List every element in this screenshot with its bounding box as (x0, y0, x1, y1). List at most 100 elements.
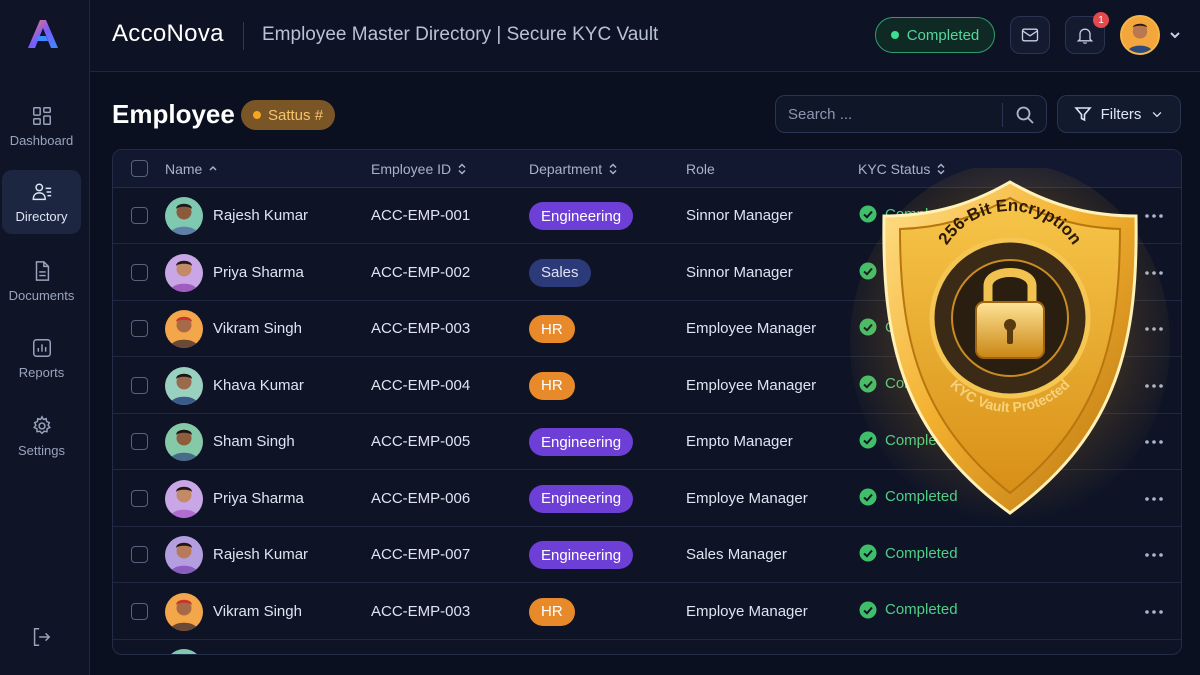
more-options-icon[interactable] (1143, 602, 1165, 622)
badge-dot-icon (253, 111, 261, 119)
employee-name: Priya Sharma (213, 263, 304, 281)
logout-button[interactable] (30, 626, 54, 650)
employee-name: Priya Sharma (213, 489, 304, 507)
sidebar-item-dashboard[interactable]: Dashboard (2, 94, 81, 158)
more-options-icon[interactable] (1143, 206, 1165, 226)
sidebar-item-settings[interactable]: Settings (2, 404, 81, 468)
settings-icon (32, 414, 51, 434)
messages-button[interactable] (1010, 16, 1050, 54)
employee-role: Empto Manager (686, 433, 793, 450)
notifications-button[interactable]: 1 (1065, 12, 1109, 54)
employee-id: ACC-EMP-007 (371, 546, 471, 563)
status-label: Completed (906, 26, 980, 44)
row-checkbox[interactable] (131, 489, 148, 507)
row-checkbox[interactable] (131, 320, 148, 337)
table-row[interactable]: Sham Singh ACC-EMP-005 Engineering Empto… (113, 414, 1181, 470)
filters-button[interactable]: Filters (1057, 95, 1181, 133)
kyc-status: Completed (859, 318, 958, 336)
user-avatar-image (1122, 17, 1158, 53)
more-options-icon[interactable] (1143, 489, 1165, 509)
table-header: Name Employee ID Department Role KYC Sta… (113, 150, 1181, 188)
kyc-status-label: Completed (885, 375, 958, 392)
status-filter-badge[interactable]: Sattus # (241, 100, 336, 130)
row-checkbox[interactable] (131, 263, 148, 281)
row-checkbox[interactable] (131, 602, 148, 620)
employee-role: Sales Manager (686, 546, 787, 563)
avatar (165, 423, 203, 461)
row-checkbox[interactable] (131, 376, 148, 394)
column-header-employee-id[interactable]: Employee ID (371, 161, 467, 177)
sidebar-item-reports[interactable]: Reports (2, 326, 81, 390)
employee-table: Name Employee ID Department Role KYC Sta… (112, 149, 1182, 655)
check-circle-icon (859, 544, 877, 562)
user-avatar[interactable] (1120, 15, 1160, 55)
kyc-status: Completed (859, 375, 958, 393)
employee-id: ACC-EMP-003 (371, 320, 471, 337)
column-header-department[interactable]: Department (529, 161, 618, 177)
app-logo (28, 20, 58, 48)
kyc-status-label: Completed (885, 488, 958, 505)
more-options-icon[interactable] (1143, 545, 1165, 565)
avatar (165, 366, 203, 405)
table-row[interactable]: Priya Sharma ACC-EMP-006 Engineering Emp… (113, 471, 1181, 527)
sort-icon (937, 163, 945, 175)
employee-id: ACC-EMP-002 (371, 263, 471, 281)
more-options-icon[interactable] (1143, 319, 1165, 339)
mail-icon (1021, 28, 1039, 42)
select-all-checkbox[interactable] (131, 160, 148, 177)
department-badge: Engineering (529, 428, 634, 456)
table-row[interactable]: Vikram Singh ACC-EMP-003 HR Employee Man… (113, 301, 1181, 357)
department-badge: HR (529, 315, 575, 343)
check-circle-icon (859, 431, 877, 449)
table-row[interactable]: Khava Kumar ACC-EMP-004 HR Employee Mana… (113, 358, 1181, 414)
kyc-status-label: Completed (885, 318, 958, 336)
sidebar-item-label: Settings (18, 442, 65, 458)
sidebar-item-directory[interactable]: Directory (2, 170, 81, 234)
table-row[interactable]: Rajesh Kumar ACC-EMP-007 Engineering Sal… (113, 527, 1181, 583)
column-header-name[interactable]: Name (165, 161, 218, 177)
employee-role: Sinnor Manager (686, 263, 793, 281)
employee-id: ACC-EMP-001 (371, 207, 471, 224)
top-header: AccoNova Employee Master Directory | Sec… (90, 0, 1200, 72)
employee-role: Sinnor Manager (686, 207, 793, 224)
employee-id: ACC-EMP-005 (371, 433, 471, 450)
table-row[interactable]: Priya Sharma ACC-EMP-002 Sales Sinnor Ma… (113, 245, 1181, 301)
avatar (165, 197, 203, 235)
department-badge: HR (529, 597, 575, 626)
notification-count: 1 (1093, 12, 1109, 28)
column-header-role[interactable]: Role (686, 161, 715, 177)
row-checkbox[interactable] (131, 207, 148, 224)
user-menu-chevron[interactable] (1168, 28, 1182, 42)
page-title: Employee (112, 99, 235, 129)
column-label: Role (686, 161, 715, 177)
avatar (165, 592, 203, 631)
department-badge: Sales (529, 258, 591, 287)
status-badge: Completed (875, 17, 995, 53)
reports-icon (32, 338, 51, 357)
check-circle-icon (859, 205, 877, 223)
employee-role: Employe Manager (686, 489, 808, 507)
page-header-title: Employee Master Directory | Secure KYC V… (262, 24, 659, 45)
table-row[interactable]: Rajesh Kumar ACC-EMP-001 Engineering Sin… (113, 188, 1181, 244)
badge-label: Sattus # (268, 106, 324, 124)
table-row[interactable]: Vikram Singh ACC-EMP-003 HR Employe Mana… (113, 584, 1181, 640)
header-divider (243, 22, 244, 50)
bell-icon (1076, 28, 1094, 44)
search-divider (1002, 103, 1003, 127)
row-checkbox[interactable] (131, 433, 148, 450)
row-checkbox[interactable] (131, 546, 148, 563)
more-options-icon[interactable] (1143, 432, 1165, 452)
kyc-status: Completed (859, 431, 958, 449)
dashboard-icon (32, 106, 51, 125)
sidebar-item-documents[interactable]: Documents (2, 249, 81, 313)
check-circle-icon (859, 601, 877, 618)
search-icon[interactable] (1015, 105, 1035, 125)
search-input[interactable] (788, 96, 998, 132)
sort-icon (458, 163, 466, 175)
more-options-icon[interactable] (1143, 376, 1165, 396)
chevron-down-icon (1170, 32, 1180, 39)
avatar (165, 479, 203, 518)
more-options-icon[interactable] (1143, 263, 1165, 283)
documents-icon (35, 260, 49, 281)
column-header-kyc-status[interactable]: KYC Status (858, 161, 946, 177)
